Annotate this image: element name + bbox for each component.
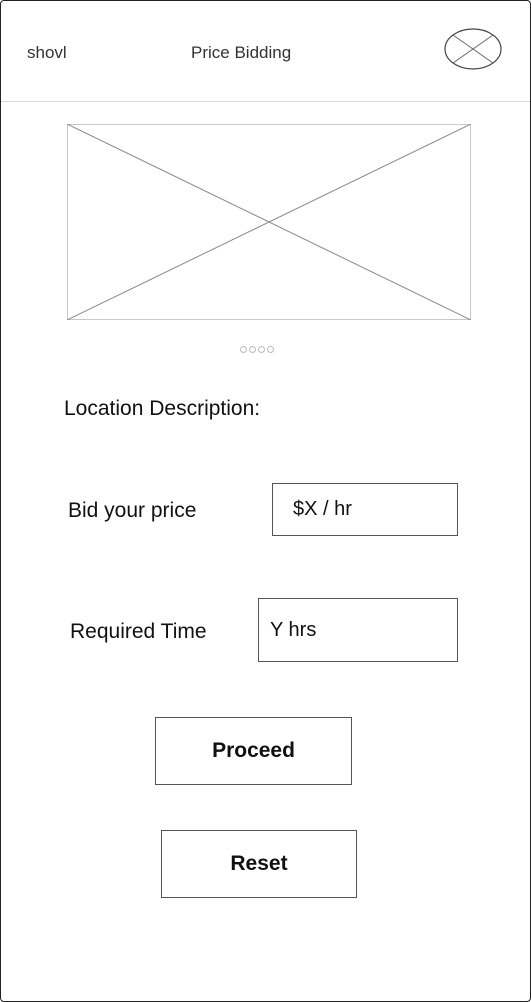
- required-time-label: Required Time: [70, 620, 207, 643]
- carousel-pager[interactable]: [240, 346, 274, 353]
- bid-price-input[interactable]: [272, 483, 458, 536]
- page-title: Price Bidding: [191, 43, 292, 62]
- location-description-label: Location Description:: [64, 397, 261, 420]
- bid-price-label: Bid your price: [68, 499, 197, 522]
- pager-dot[interactable]: [240, 346, 247, 353]
- pager-dot[interactable]: [258, 346, 265, 353]
- avatar-icon[interactable]: [444, 28, 502, 70]
- app-header: shovl Price Bidding: [1, 1, 530, 102]
- pager-dot[interactable]: [249, 346, 256, 353]
- phone-frame: shovl Price Bidding Location Description…: [0, 0, 531, 1002]
- reset-button[interactable]: Reset: [161, 830, 357, 898]
- brand-name: shovl: [27, 43, 67, 62]
- proceed-button[interactable]: Proceed: [155, 717, 352, 785]
- image-placeholder-icon: [67, 124, 471, 320]
- required-time-input[interactable]: [258, 598, 458, 662]
- pager-dot[interactable]: [267, 346, 274, 353]
